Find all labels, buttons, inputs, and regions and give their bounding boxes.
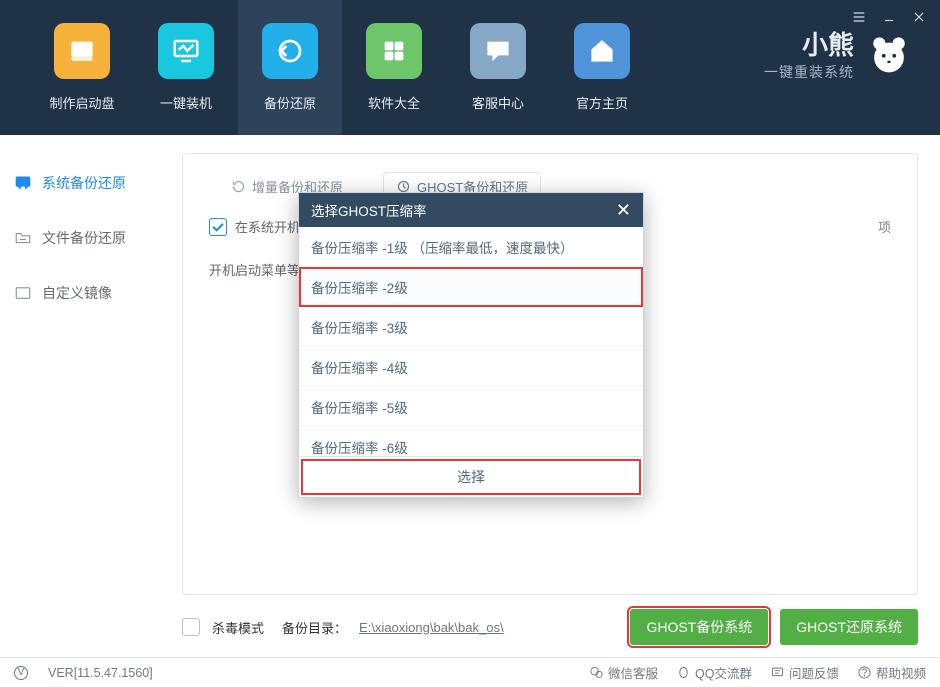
compression-option-2[interactable]: 备份压缩率 -2级 [299, 267, 643, 307]
modal-close-button[interactable]: ✕ [616, 201, 631, 219]
compression-option-1[interactable]: 备份压缩率 -1级 （压缩率最低，速度最快） [299, 227, 643, 267]
version-icon: V [14, 666, 28, 680]
window-controls [850, 8, 928, 26]
status-bar: V VER[11.5.47.1560] 微信客服 QQ交流群 问题反馈 帮助视频 [0, 657, 940, 687]
nav-home[interactable]: 官方主页 [550, 0, 654, 135]
path-label: 备份目录： [282, 618, 347, 637]
title-bar: 制作启动盘 一键装机 备份还原 软件大全 客服中心 官方主页 小熊 一键重装系统 [0, 0, 940, 135]
bear-icon [868, 33, 910, 75]
nav-label: 制作启动盘 [49, 93, 114, 112]
checkbox-boot[interactable] [209, 218, 227, 236]
nav-backup[interactable]: 备份还原 [238, 0, 342, 135]
chat-icon [470, 23, 526, 79]
restore-icon [262, 23, 318, 79]
nav-label: 备份还原 [264, 93, 316, 112]
ghost-backup-button[interactable]: GHOST备份系统 [630, 609, 768, 645]
monitor-icon [158, 23, 214, 79]
image-icon [14, 284, 32, 302]
compression-option-5[interactable]: 备份压缩率 -5级 [299, 387, 643, 427]
sidebar-item-system[interactable]: 系统备份还原 [0, 155, 159, 210]
nav-label: 一键装机 [160, 93, 212, 112]
nav-label: 客服中心 [472, 93, 524, 112]
compression-option-3[interactable]: 备份压缩率 -3级 [299, 307, 643, 347]
help-icon [857, 665, 872, 680]
top-nav: 制作启动盘 一键装机 备份还原 软件大全 客服中心 官方主页 [30, 0, 654, 135]
ghost-restore-button[interactable]: GHOST还原系统 [780, 609, 918, 645]
home-icon [574, 23, 630, 79]
folder-icon [14, 229, 32, 247]
version-text: VER[11.5.47.1560] [48, 666, 153, 680]
menu-button[interactable] [850, 8, 868, 26]
sidebar: 系统备份还原 文件备份还原 自定义镜像 [0, 135, 160, 657]
option-tail: 项 [878, 217, 891, 236]
status-help[interactable]: 帮助视频 [857, 663, 926, 682]
backup-path-link[interactable]: E:\xiaoxiong\bak\bak_os\ [359, 620, 504, 635]
nav-support[interactable]: 客服中心 [446, 0, 550, 135]
nav-software[interactable]: 软件大全 [342, 0, 446, 135]
compression-option-6[interactable]: 备份压缩率 -6级 [299, 427, 643, 457]
apps-icon [366, 23, 422, 79]
nav-boot-disk[interactable]: 制作启动盘 [30, 0, 134, 135]
status-link-label: QQ交流群 [695, 663, 752, 682]
status-wechat[interactable]: 微信客服 [589, 663, 658, 682]
compression-option-4[interactable]: 备份压缩率 -4级 [299, 347, 643, 387]
brand: 小熊 一键重装系统 [764, 25, 910, 82]
sidebar-item-files[interactable]: 文件备份还原 [0, 210, 159, 265]
nav-label: 软件大全 [368, 93, 420, 112]
status-link-label: 微信客服 [608, 663, 658, 682]
minimize-button[interactable] [880, 8, 898, 26]
disk-icon [54, 23, 110, 79]
status-link-label: 帮助视频 [876, 663, 926, 682]
nav-label: 官方主页 [576, 93, 628, 112]
sidebar-label: 自定义镜像 [42, 283, 112, 303]
brand-sub: 一键重装系统 [764, 62, 854, 82]
status-feedback[interactable]: 问题反馈 [770, 663, 839, 682]
status-qq[interactable]: QQ交流群 [676, 663, 752, 682]
modal-select-button[interactable]: 选择 [301, 459, 641, 495]
antivirus-label: 杀毒模式 [212, 618, 264, 637]
compression-options[interactable]: 备份压缩率 -1级 （压缩率最低，速度最快） 备份压缩率 -2级 备份压缩率 -… [299, 227, 643, 457]
status-link-label: 问题反馈 [789, 663, 839, 682]
compression-modal: 选择GHOST压缩率 ✕ 备份压缩率 -1级 （压缩率最低，速度最快） 备份压缩… [298, 192, 644, 498]
modal-title: 选择GHOST压缩率 [311, 200, 427, 220]
qq-icon [676, 665, 691, 680]
checkbox-antivirus[interactable] [182, 618, 200, 636]
feedback-icon [770, 665, 785, 680]
sidebar-item-custom[interactable]: 自定义镜像 [0, 265, 159, 320]
nav-oneclick[interactable]: 一键装机 [134, 0, 238, 135]
sidebar-label: 系统备份还原 [42, 173, 126, 193]
close-button[interactable] [910, 8, 928, 26]
bottom-bar: 杀毒模式 备份目录： E:\xiaoxiong\bak\bak_os\ GHOS… [182, 609, 918, 645]
sidebar-label: 文件备份还原 [42, 228, 126, 248]
system-icon [14, 174, 32, 192]
wechat-icon [589, 665, 604, 680]
brand-title: 小熊 [802, 25, 854, 62]
refresh-icon [231, 179, 246, 194]
modal-header: 选择GHOST压缩率 ✕ [299, 193, 643, 227]
